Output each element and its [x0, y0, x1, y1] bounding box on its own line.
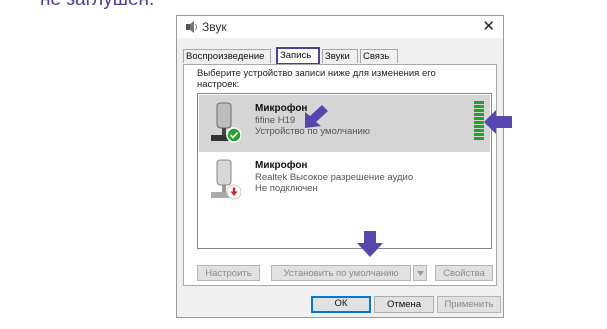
instruction-text: Выберите устройство записи ниже для изме…	[197, 68, 436, 90]
device-status: Не подключен	[255, 183, 318, 194]
apply-button[interactable]: Применить	[437, 296, 501, 313]
annotation-arrow-icon	[357, 231, 383, 257]
recording-panel: Выберите устройство записи ниже для изме…	[183, 64, 497, 286]
device-item-realtek[interactable]: Микрофон Realtek Высокое разрешение ауди…	[199, 152, 490, 209]
device-item-fifine[interactable]: Микрофон fifine H19 Устройство по умолча…	[199, 95, 490, 152]
speaker-icon	[186, 21, 197, 33]
close-button[interactable]: ✕	[482, 17, 495, 35]
device-model: fifine H19	[255, 115, 296, 126]
sound-dialog: Звук ✕ Воспроизведение Запись Звуки Связ…	[176, 15, 504, 318]
ok-button[interactable]: ОК	[311, 296, 371, 313]
tab-communications[interactable]: Связь	[360, 49, 398, 63]
annotation-arrow-icon	[305, 105, 328, 128]
properties-button[interactable]: Свойства	[435, 265, 493, 281]
set-default-button[interactable]: Установить по умолчанию	[271, 265, 411, 281]
tab-sounds[interactable]: Звуки	[322, 49, 358, 63]
tab-playback[interactable]: Воспроизведение	[183, 49, 271, 63]
annotation-arrow-icon	[484, 110, 512, 134]
device-name: Микрофон	[255, 160, 308, 171]
caption-text: не заглушен.	[40, 0, 154, 11]
microphone-icon	[211, 159, 241, 200]
tab-recording[interactable]: Запись	[276, 47, 320, 65]
check-icon	[226, 127, 241, 143]
device-model: Realtek Высокое разрешение аудио	[255, 172, 414, 183]
title-bar: Звук ✕	[177, 16, 503, 38]
set-default-dropdown[interactable]	[413, 265, 427, 281]
cancel-button[interactable]: Отмена	[374, 296, 434, 313]
level-meter	[474, 101, 484, 141]
configure-button[interactable]: Настроить	[197, 265, 260, 281]
device-list[interactable]: Микрофон fifine H19 Устройство по умолча…	[197, 93, 492, 249]
microphone-icon	[211, 102, 241, 143]
chevron-down-icon	[417, 271, 424, 276]
device-name: Микрофон	[255, 103, 308, 114]
dialog-title: Звук	[202, 20, 227, 34]
